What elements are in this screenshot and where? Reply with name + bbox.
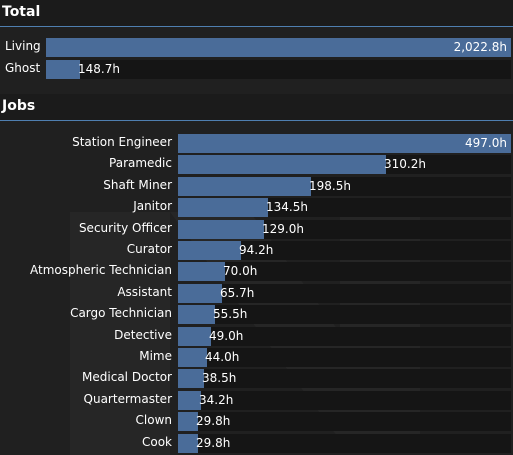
jobs-row-label: Security Officer bbox=[78, 220, 172, 235]
jobs-bar-value: 198.5h bbox=[309, 178, 351, 193]
total-bar-value: 148.7h bbox=[78, 62, 120, 76]
jobs-row-label: Quartermaster bbox=[83, 391, 172, 406]
total-row: Living 2,022.8h bbox=[0, 37, 513, 57]
jobs-bar-value: 134.5h bbox=[266, 200, 308, 215]
jobs-bar-value: 129.0h bbox=[262, 221, 304, 236]
jobs-row-label: Assistant bbox=[117, 284, 172, 299]
total-section-header: Total bbox=[0, 0, 513, 27]
total-section-title: Total bbox=[2, 4, 41, 20]
jobs-row-label: Shaft Miner bbox=[103, 177, 172, 192]
jobs-row: Atmospheric Technician 70.0h bbox=[0, 261, 513, 282]
jobs-bar-fill bbox=[178, 326, 211, 346]
jobs-bar-track: 94.2h bbox=[178, 241, 511, 260]
jobs-row-label: Janitor bbox=[133, 199, 172, 214]
jobs-row: Paramedic 310.2h bbox=[0, 154, 513, 175]
total-bar-fill bbox=[46, 60, 80, 79]
jobs-bar-fill bbox=[178, 219, 264, 239]
jobs-bar-value: 55.5h bbox=[213, 307, 248, 322]
jobs-bar-track: 29.8h bbox=[178, 412, 511, 432]
jobs-section-title: Jobs bbox=[2, 98, 36, 114]
jobs-row-label: Cargo Technician bbox=[70, 306, 172, 321]
jobs-bar-fill bbox=[178, 262, 225, 282]
jobs-bar-track: 134.5h bbox=[178, 198, 511, 218]
jobs-row: Cook 29.8h bbox=[0, 433, 513, 453]
jobs-bar-track: 38.5h bbox=[178, 369, 511, 389]
jobs-row-label: Mime bbox=[139, 349, 172, 363]
total-bar-track: 148.7h bbox=[46, 60, 511, 79]
jobs-row: Janitor 134.5h bbox=[0, 197, 513, 218]
jobs-row: Shaft Miner 198.5h bbox=[0, 176, 513, 196]
jobs-bar-track: 65.7h bbox=[178, 283, 511, 303]
jobs-bar-track: 497.0h bbox=[178, 134, 511, 153]
jobs-bar-fill bbox=[178, 305, 215, 325]
total-row-label: Living bbox=[5, 39, 41, 53]
jobs-row: Curator 94.2h bbox=[0, 240, 513, 260]
total-row-label: Ghost bbox=[5, 61, 41, 75]
jobs-bar-fill bbox=[178, 198, 268, 218]
jobs-bar-value: 65.7h bbox=[220, 285, 255, 300]
jobs-bar-fill bbox=[178, 134, 511, 153]
jobs-row-label: Cook bbox=[141, 434, 172, 449]
jobs-bar-track: 70.0h bbox=[178, 262, 511, 282]
jobs-bar-value: 29.8h bbox=[196, 414, 231, 429]
jobs-bar-track: 49.0h bbox=[178, 326, 511, 346]
jobs-bar-fill bbox=[178, 369, 204, 389]
jobs-bar-track: 44.0h bbox=[178, 348, 511, 367]
jobs-row: Station Engineer 497.0h bbox=[0, 133, 513, 153]
jobs-bar-fill bbox=[178, 155, 386, 175]
jobs-bar-value: 310.2h bbox=[384, 157, 426, 172]
jobs-bar-fill bbox=[178, 433, 198, 453]
jobs-bar-fill bbox=[178, 412, 198, 432]
jobs-row-label: Atmospheric Technician bbox=[30, 263, 172, 278]
jobs-bar-value: 49.0h bbox=[209, 328, 244, 343]
jobs-bar-fill bbox=[178, 283, 222, 303]
jobs-bar-fill bbox=[178, 176, 311, 196]
jobs-bar-fill bbox=[178, 390, 201, 410]
jobs-bar-value: 44.0h bbox=[205, 350, 240, 364]
jobs-row-label: Curator bbox=[126, 242, 172, 256]
total-bar-value: 2,022.8h bbox=[453, 40, 507, 54]
jobs-row-label: Detective bbox=[114, 327, 172, 342]
jobs-row: Detective 49.0h bbox=[0, 326, 513, 346]
jobs-bar-value: 29.8h bbox=[196, 435, 231, 450]
jobs-bar-track: 310.2h bbox=[178, 155, 511, 175]
total-bar-track: 2,022.8h bbox=[46, 38, 511, 57]
jobs-bar-value: 38.5h bbox=[202, 371, 237, 386]
total-bar-fill bbox=[46, 38, 511, 57]
jobs-row: Clown 29.8h bbox=[0, 411, 513, 432]
jobs-row: Security Officer 129.0h bbox=[0, 219, 513, 239]
jobs-bar-value: 497.0h bbox=[465, 136, 507, 150]
jobs-row-label: Paramedic bbox=[109, 156, 172, 171]
jobs-bar-track: 129.0h bbox=[178, 219, 511, 239]
jobs-row-label: Clown bbox=[135, 413, 172, 428]
jobs-bar-value: 94.2h bbox=[239, 243, 274, 257]
jobs-bar-value: 34.2h bbox=[199, 392, 234, 407]
jobs-bar-track: 55.5h bbox=[178, 305, 511, 325]
jobs-row: Mime 44.0h bbox=[0, 347, 513, 367]
jobs-bar-fill bbox=[178, 348, 207, 367]
jobs-bar-track: 34.2h bbox=[178, 390, 511, 410]
jobs-row: Medical Doctor 38.5h bbox=[0, 368, 513, 389]
jobs-row-label: Station Engineer bbox=[72, 135, 172, 149]
jobs-row-label: Medical Doctor bbox=[82, 370, 172, 385]
jobs-row: Assistant 65.7h bbox=[0, 283, 513, 303]
total-row: Ghost 148.7h bbox=[0, 59, 513, 79]
jobs-row: Cargo Technician 55.5h bbox=[0, 304, 513, 325]
jobs-row: Quartermaster 34.2h bbox=[0, 390, 513, 410]
jobs-section-header: Jobs bbox=[0, 94, 513, 121]
jobs-bar-track: 198.5h bbox=[178, 176, 511, 196]
jobs-bar-value: 70.0h bbox=[223, 264, 258, 279]
jobs-bar-track: 29.8h bbox=[178, 433, 511, 453]
jobs-bar-fill bbox=[178, 241, 241, 260]
